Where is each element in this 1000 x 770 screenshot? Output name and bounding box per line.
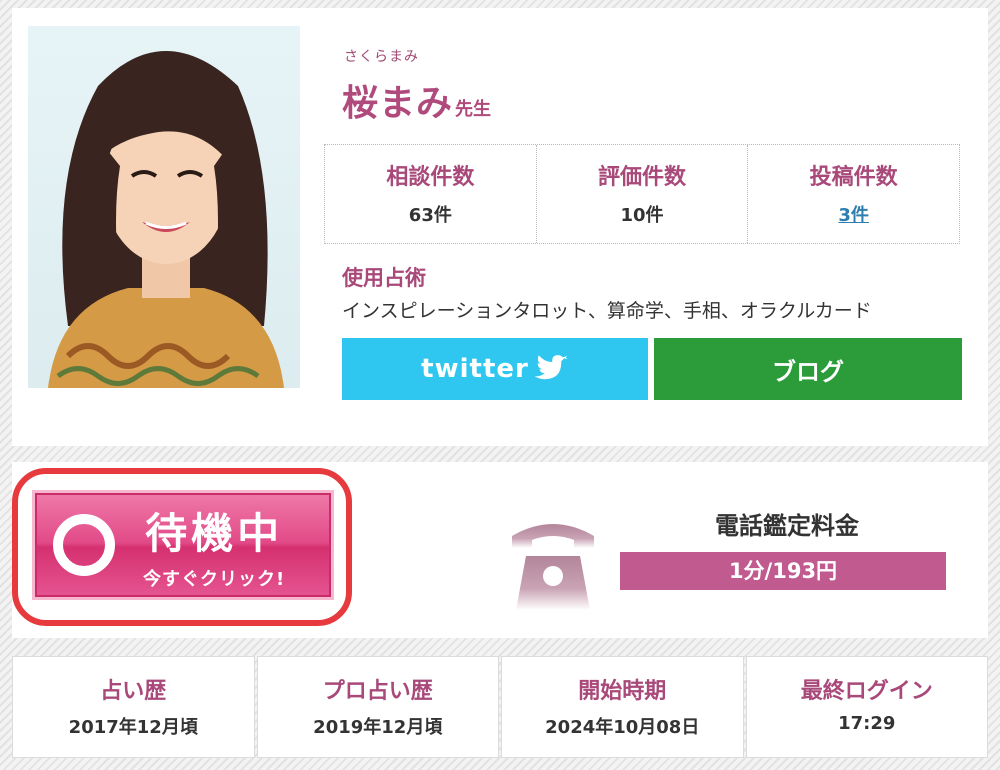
twitter-button[interactable]: twitter — [342, 338, 648, 400]
stat-value: 63件 — [408, 205, 452, 226]
history-value: 2019年12月頃 — [313, 717, 443, 738]
action-panel: 待機中 今すぐクリック! 電話鑑定料金 1分/193円 — [12, 462, 988, 638]
history-last-login: 最終ログイン 17:29 — [745, 656, 988, 758]
stat-reviews: 評価件数 10件 — [537, 145, 749, 243]
history-fortune-years: 占い歴 2017年12月頃 — [12, 656, 255, 758]
history-pro-years: プロ占い歴 2019年12月頃 — [256, 656, 499, 758]
history-start-date: 開始時期 2024年10月08日 — [501, 656, 744, 758]
stat-label: 評価件数 — [598, 165, 687, 190]
telephone-icon — [512, 524, 594, 610]
posts-count-link[interactable]: 3件 — [748, 201, 959, 227]
stats-table: 相談件数 63件 評価件数 10件 投稿件数 3件 — [324, 144, 960, 244]
profile-photo — [28, 26, 300, 388]
twitter-label: twitter — [421, 354, 529, 384]
history-value: 17:29 — [838, 713, 896, 734]
stat-value: 10件 — [620, 205, 664, 226]
stat-posts: 投稿件数 3件 — [748, 145, 959, 243]
history-label: 最終ログイン — [800, 679, 933, 704]
standby-cta: 今すぐクリック! — [143, 568, 286, 590]
standby-call-button[interactable]: 待機中 今すぐクリック! — [32, 490, 334, 600]
fortune-teller-name: 桜まみ 先生 — [342, 74, 491, 126]
stat-consultations: 相談件数 63件 — [325, 145, 537, 243]
fee-title: 電話鑑定料金 — [715, 512, 859, 540]
standby-status: 待機中 — [145, 508, 284, 558]
honorific-text: 先生 — [455, 99, 492, 120]
methods-list: インスピレーションタロット、算命学、手相、オラクルカード — [342, 300, 872, 322]
blog-button[interactable]: ブログ — [654, 338, 962, 400]
name-text: 桜まみ — [342, 83, 454, 124]
name-reading: さくらまみ — [344, 49, 419, 65]
stat-label: 投稿件数 — [809, 165, 898, 190]
history-label: 開始時期 — [578, 679, 667, 704]
methods-label: 使用占術 — [342, 266, 426, 290]
bird-icon — [534, 355, 568, 380]
stat-label: 相談件数 — [386, 165, 475, 190]
profile-panel: さくらまみ 桜まみ 先生 相談件数 63件 評価件数 10件 投稿件数 3件 使用… — [12, 8, 988, 446]
history-label: 占い歴 — [100, 679, 167, 704]
standby-text: 待機中 今すぐクリック! — [143, 500, 285, 591]
history-panel: 占い歴 2017年12月頃 プロ占い歴 2019年12月頃 開始時期 2024年… — [12, 656, 988, 758]
ring-icon — [53, 514, 115, 576]
history-label: プロ占い歴 — [322, 679, 433, 704]
history-value: 2024年10月08日 — [545, 717, 700, 738]
history-value: 2017年12月頃 — [68, 717, 198, 738]
portrait-image — [48, 51, 284, 388]
history-grid: 占い歴 2017年12月頃 プロ占い歴 2019年12月頃 開始時期 2024年… — [12, 656, 988, 758]
fee-value: 1分/193円 — [620, 552, 946, 590]
